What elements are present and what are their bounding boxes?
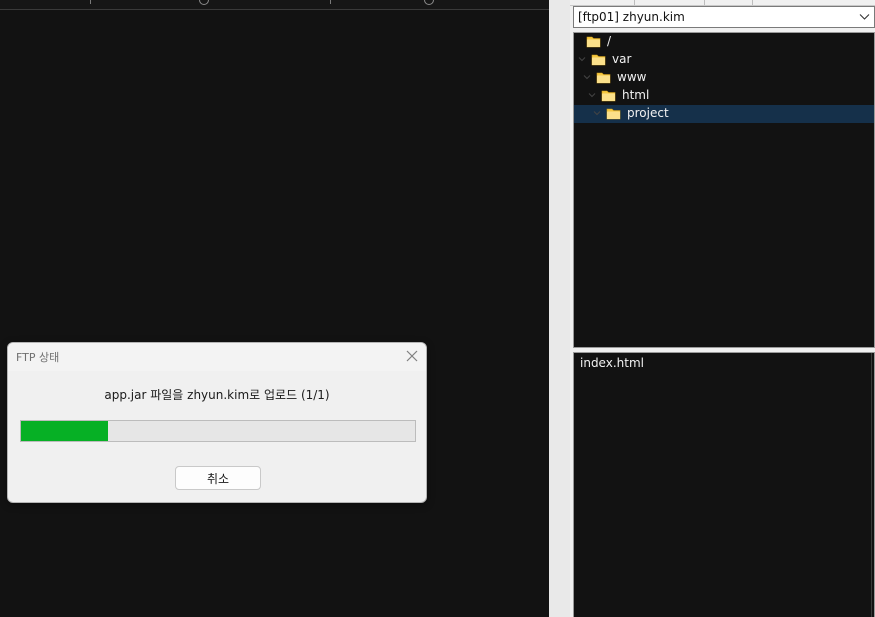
directory-tree[interactable]: / var www html project: [573, 32, 875, 348]
tab-divider: [752, 0, 753, 5]
close-icon[interactable]: [405, 349, 419, 363]
upload-progress-bar: [20, 420, 416, 442]
tree-node-label: var: [612, 52, 632, 66]
expander-icon[interactable]: [577, 53, 587, 63]
expander-icon[interactable]: [582, 71, 592, 81]
tab-divider: [704, 0, 705, 5]
upload-status-message: app.jar 파일을 zhyun.kim로 업로드 (1/1): [104, 388, 330, 402]
tree-node-label: project: [627, 106, 669, 120]
ftp-status-dialog: FTP 상태 app.jar 파일을 zhyun.kim로 업로드 (1/1) …: [7, 342, 427, 503]
chevron-down-icon: [859, 14, 870, 20]
file-item[interactable]: index.html: [580, 356, 644, 370]
cancel-button[interactable]: 취소: [175, 466, 261, 490]
folder-icon: [601, 88, 616, 103]
dialog-titlebar[interactable]: FTP 상태: [8, 343, 426, 371]
folder-icon: [606, 106, 621, 121]
toolbar-round-icon[interactable]: [424, 0, 434, 5]
toolbar-separator: [330, 0, 331, 4]
tree-node[interactable]: html: [574, 87, 874, 105]
expander-icon[interactable]: [592, 107, 602, 117]
tree-node-label: www: [617, 70, 647, 84]
ftp-panel: [ftp01] zhyun.kim / var www html project ind…: [570, 0, 875, 617]
editor-toolbar-strip: [0, 0, 549, 10]
server-dropdown[interactable]: [ftp01] zhyun.kim: [573, 6, 875, 28]
expander-icon[interactable]: [587, 89, 597, 99]
tree-node[interactable]: /: [574, 33, 874, 51]
folder-icon: [591, 52, 606, 67]
dialog-title: FTP 상태: [16, 351, 60, 364]
tree-node-label: /: [607, 34, 612, 48]
file-list[interactable]: index.html: [573, 352, 875, 617]
folder-icon: [586, 34, 601, 49]
file-list-scroll-edge: [871, 353, 872, 617]
tree-node[interactable]: www: [574, 69, 874, 87]
tree-node[interactable]: var: [574, 51, 874, 69]
tree-node-label: html: [622, 88, 650, 102]
progress-fill: [21, 421, 108, 441]
tab-divider: [634, 0, 635, 5]
folder-icon: [596, 70, 611, 85]
server-dropdown-value: [ftp01] zhyun.kim: [578, 10, 685, 24]
tree-node[interactable]: project: [574, 105, 874, 123]
toolbar-round-icon[interactable]: [199, 0, 209, 5]
toolbar-separator: [90, 0, 91, 4]
editor-area[interactable]: [0, 0, 549, 617]
panel-splitter[interactable]: [549, 0, 570, 617]
